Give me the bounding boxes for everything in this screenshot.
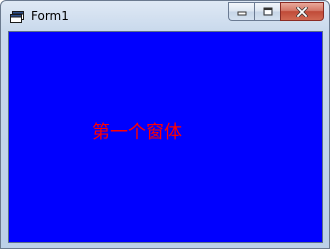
maximize-icon [263, 7, 272, 16]
caption-buttons [228, 2, 324, 21]
form-client-area[interactable]: 第一个窗体 [8, 31, 323, 243]
minimize-icon [237, 11, 246, 15]
title-bar[interactable]: Form1 [1, 1, 329, 31]
form-icon [10, 10, 24, 23]
maximize-button[interactable] [254, 2, 280, 21]
form1-window: Form1 第一个窗体 [0, 0, 330, 249]
close-icon [296, 6, 308, 17]
minimize-button[interactable] [228, 2, 254, 21]
window-title: Form1 [31, 9, 69, 23]
form-label: 第一个窗体 [92, 122, 182, 143]
close-button[interactable] [280, 2, 324, 21]
